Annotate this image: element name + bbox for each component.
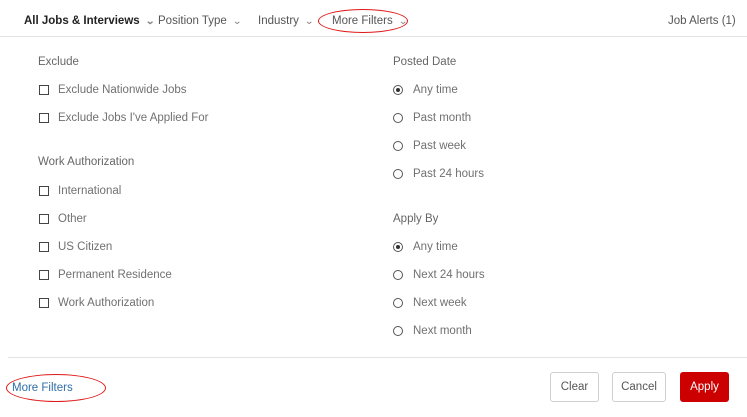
chevron-down-icon: ⌄ bbox=[304, 15, 315, 27]
radio-button-selected bbox=[393, 85, 403, 95]
posted-past-24-hours-radio[interactable]: Past 24 hours bbox=[393, 168, 484, 180]
footer-divider bbox=[8, 357, 747, 358]
option-label: Past 24 hours bbox=[413, 168, 484, 180]
apply-next-24-hours-radio[interactable]: Next 24 hours bbox=[393, 269, 485, 281]
option-label: Past month bbox=[413, 112, 472, 124]
option-label: International bbox=[58, 185, 122, 197]
checkbox-box bbox=[39, 186, 49, 196]
chevron-down-icon: ⌄ bbox=[397, 15, 408, 27]
posted-past-month-radio[interactable]: Past month bbox=[393, 112, 471, 124]
cancel-button[interactable]: Cancel bbox=[612, 372, 666, 402]
all-jobs-dropdown[interactable]: All Jobs & Interviews ⌄ bbox=[24, 15, 155, 27]
posted-past-week-radio[interactable]: Past week bbox=[393, 140, 466, 152]
radio-button bbox=[393, 141, 403, 151]
posted-date-title: Posted Date bbox=[393, 56, 457, 68]
clear-button[interactable]: Clear bbox=[550, 372, 599, 402]
chevron-down-icon: ⌄ bbox=[232, 15, 243, 27]
more-filters-link[interactable]: More Filters bbox=[12, 382, 73, 394]
radio-button bbox=[393, 113, 403, 123]
apply-by-title: Apply By bbox=[393, 213, 439, 225]
option-label: Other bbox=[58, 213, 87, 225]
option-label: Next week bbox=[413, 297, 467, 309]
option-label: Exclude Nationwide Jobs bbox=[58, 84, 187, 96]
option-label: Work Authorization bbox=[58, 297, 155, 309]
chevron-down-icon: ⌄ bbox=[144, 15, 155, 27]
option-label: Next 24 hours bbox=[413, 269, 485, 281]
checkbox-box bbox=[39, 242, 49, 252]
radio-button bbox=[393, 270, 403, 280]
posted-any-time-radio[interactable]: Any time bbox=[393, 84, 458, 96]
option-label: Exclude Jobs I've Applied For bbox=[58, 112, 209, 124]
job-alerts-link[interactable]: Job Alerts (1) bbox=[668, 15, 736, 27]
apply-any-time-radio[interactable]: Any time bbox=[393, 241, 458, 253]
apply-next-month-radio[interactable]: Next month bbox=[393, 325, 472, 337]
more-filters-label: More Filters bbox=[332, 15, 393, 27]
option-label: US Citizen bbox=[58, 241, 113, 253]
apply-next-week-radio[interactable]: Next week bbox=[393, 297, 467, 309]
all-jobs-label: All Jobs & Interviews bbox=[24, 15, 140, 27]
industry-label: Industry bbox=[258, 15, 299, 27]
industry-dropdown[interactable]: Industry ⌄ bbox=[258, 15, 315, 27]
work-authorization-title: Work Authorization bbox=[38, 156, 135, 168]
apply-button[interactable]: Apply bbox=[680, 372, 729, 402]
radio-button bbox=[393, 326, 403, 336]
option-label: Past week bbox=[413, 140, 467, 152]
radio-button bbox=[393, 298, 403, 308]
exclude-title: Exclude bbox=[38, 56, 79, 68]
position-type-label: Position Type bbox=[158, 15, 227, 27]
other-checkbox[interactable]: Other bbox=[39, 213, 87, 225]
checkbox-box bbox=[39, 85, 49, 95]
filter-bar: All Jobs & Interviews ⌄ Position Type ⌄ … bbox=[0, 0, 747, 37]
us-citizen-checkbox[interactable]: US Citizen bbox=[39, 241, 112, 253]
checkbox-box bbox=[39, 298, 49, 308]
exclude-applied-checkbox[interactable]: Exclude Jobs I've Applied For bbox=[39, 112, 209, 124]
position-type-dropdown[interactable]: Position Type ⌄ bbox=[158, 15, 243, 27]
more-filters-dropdown[interactable]: More Filters ⌄ bbox=[332, 15, 408, 27]
permanent-residence-checkbox[interactable]: Permanent Residence bbox=[39, 269, 172, 281]
checkbox-box bbox=[39, 214, 49, 224]
exclude-nationwide-checkbox[interactable]: Exclude Nationwide Jobs bbox=[39, 84, 187, 96]
international-checkbox[interactable]: International bbox=[39, 185, 121, 197]
radio-button bbox=[393, 169, 403, 179]
option-label: Permanent Residence bbox=[58, 269, 172, 281]
checkbox-box bbox=[39, 270, 49, 280]
checkbox-box bbox=[39, 113, 49, 123]
radio-button-selected bbox=[393, 242, 403, 252]
option-label: Next month bbox=[413, 325, 472, 337]
job-alerts-label: Job Alerts (1) bbox=[668, 15, 736, 27]
option-label: Any time bbox=[413, 241, 458, 253]
option-label: Any time bbox=[413, 84, 458, 96]
work-authorization-checkbox[interactable]: Work Authorization bbox=[39, 297, 154, 309]
